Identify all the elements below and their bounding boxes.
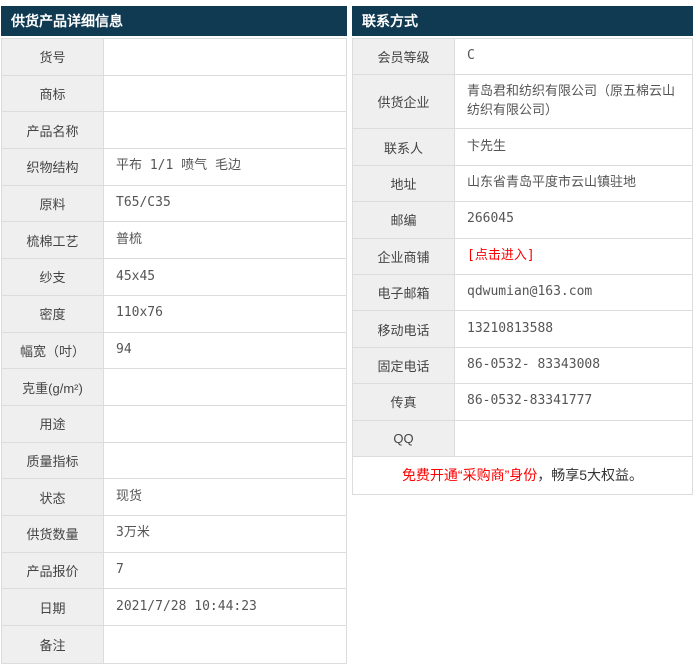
table-row: 移动电话13210813588 xyxy=(353,311,692,347)
row-label: 传真 xyxy=(353,384,455,419)
row-label: 状态 xyxy=(2,479,104,515)
table-row: 纱支45x45 xyxy=(2,259,346,296)
table-row: 产品报价7 xyxy=(2,553,346,590)
table-row: 状态现货 xyxy=(2,479,346,516)
table-row: 产品名称 xyxy=(2,112,346,149)
table-row: 联系人卞先生 xyxy=(353,129,692,165)
table-row: 电子邮箱qdwumian@163.com xyxy=(353,275,692,311)
row-label: 用途 xyxy=(2,406,104,442)
row-label: 联系人 xyxy=(353,129,455,164)
row-value xyxy=(104,406,346,442)
row-value xyxy=(455,421,692,456)
row-label: 质量指标 xyxy=(2,443,104,479)
row-value: 266045 xyxy=(455,202,692,237)
contact-title: 联系方式 xyxy=(352,6,693,36)
row-value: 山东省青岛平度市云山镇驻地 xyxy=(455,166,692,201)
row-label: 移动电话 xyxy=(353,311,455,346)
table-row: 货号 xyxy=(2,39,346,76)
table-row: 固定电话86-0532- 83343008 xyxy=(353,348,692,384)
row-label: 企业商铺 xyxy=(353,239,455,274)
row-value: 现货 xyxy=(104,479,346,515)
row-label: 供货企业 xyxy=(353,75,455,128)
product-details-panel: 供货产品详细信息 货号商标产品名称织物结构平布 1/1 喷气 毛边原料T65/C… xyxy=(1,6,347,664)
buyer-promo-link[interactable]: 免费开通“采购商”身份 xyxy=(402,465,537,485)
buyer-promo-row: 免费开通“采购商”身份，畅享5大权益。 xyxy=(353,457,692,494)
row-label: 产品名称 xyxy=(2,112,104,148)
row-label: 货号 xyxy=(2,39,104,75)
table-row: QQ xyxy=(353,421,692,457)
row-value: 94 xyxy=(104,333,346,369)
row-value xyxy=(104,369,346,405)
table-row: 企业商铺[点击进入] xyxy=(353,239,692,275)
table-row: 供货数量3万米 xyxy=(2,516,346,553)
row-value: 平布 1/1 喷气 毛边 xyxy=(104,149,346,185)
table-row: 幅宽（吋）94 xyxy=(2,333,346,370)
table-row: 原料T65/C35 xyxy=(2,186,346,223)
table-row: 密度110x76 xyxy=(2,296,346,333)
row-label: 会员等级 xyxy=(353,39,455,74)
row-value: 3万米 xyxy=(104,516,346,552)
row-value xyxy=(104,76,346,112)
row-value: 110x76 xyxy=(104,296,346,332)
row-label: 电子邮箱 xyxy=(353,275,455,310)
row-value: T65/C35 xyxy=(104,186,346,222)
row-value xyxy=(104,39,346,75)
table-row: 用途 xyxy=(2,406,346,443)
row-value: 7 xyxy=(104,553,346,589)
row-label: 克重(g/m²) xyxy=(2,369,104,405)
row-label: 固定电话 xyxy=(353,348,455,383)
row-value: 13210813588 xyxy=(455,311,692,346)
row-label: 梳棉工艺 xyxy=(2,222,104,258)
row-label: 备注 xyxy=(2,626,104,663)
row-label: 供货数量 xyxy=(2,516,104,552)
shop-enter-link[interactable]: [点击进入] xyxy=(455,239,692,274)
row-value xyxy=(104,626,346,663)
row-label: 日期 xyxy=(2,589,104,625)
table-row: 质量指标 xyxy=(2,443,346,480)
table-row: 会员等级C xyxy=(353,39,692,75)
row-label: 密度 xyxy=(2,296,104,332)
contact-table: 会员等级C供货企业青岛君和纺织有限公司（原五棉云山纺织有限公司）联系人卞先生地址… xyxy=(352,38,693,495)
row-label: 原料 xyxy=(2,186,104,222)
row-value xyxy=(104,443,346,479)
row-value xyxy=(104,112,346,148)
table-row: 商标 xyxy=(2,76,346,113)
row-value: 卞先生 xyxy=(455,129,692,164)
row-value: qdwumian@163.com xyxy=(455,275,692,310)
table-row: 梳棉工艺普梳 xyxy=(2,222,346,259)
table-row: 日期2021/7/28 10:44:23 xyxy=(2,589,346,626)
row-label: 邮编 xyxy=(353,202,455,237)
row-label: 织物结构 xyxy=(2,149,104,185)
row-value: 青岛君和纺织有限公司（原五棉云山纺织有限公司） xyxy=(455,75,692,128)
table-row: 邮编266045 xyxy=(353,202,692,238)
table-row: 地址山东省青岛平度市云山镇驻地 xyxy=(353,166,692,202)
row-value: 86-0532-83341777 xyxy=(455,384,692,419)
row-value: 86-0532- 83343008 xyxy=(455,348,692,383)
contact-panel: 联系方式 会员等级C供货企业青岛君和纺织有限公司（原五棉云山纺织有限公司）联系人… xyxy=(352,6,693,495)
row-label: 幅宽（吋） xyxy=(2,333,104,369)
table-row: 传真86-0532-83341777 xyxy=(353,384,692,420)
product-details-title: 供货产品详细信息 xyxy=(1,6,347,36)
row-value: 2021/7/28 10:44:23 xyxy=(104,589,346,625)
row-value: 45x45 xyxy=(104,259,346,295)
table-row: 克重(g/m²) xyxy=(2,369,346,406)
row-value: 普梳 xyxy=(104,222,346,258)
row-label: 商标 xyxy=(2,76,104,112)
row-label: 地址 xyxy=(353,166,455,201)
row-value: C xyxy=(455,39,692,74)
row-label: QQ xyxy=(353,421,455,456)
table-row: 供货企业青岛君和纺织有限公司（原五棉云山纺织有限公司） xyxy=(353,75,692,129)
table-row: 备注 xyxy=(2,626,346,663)
product-details-table: 货号商标产品名称织物结构平布 1/1 喷气 毛边原料T65/C35梳棉工艺普梳纱… xyxy=(1,38,347,664)
buyer-promo-rest: ，畅享5大权益。 xyxy=(537,465,643,485)
row-label: 纱支 xyxy=(2,259,104,295)
row-label: 产品报价 xyxy=(2,553,104,589)
table-row: 织物结构平布 1/1 喷气 毛边 xyxy=(2,149,346,186)
